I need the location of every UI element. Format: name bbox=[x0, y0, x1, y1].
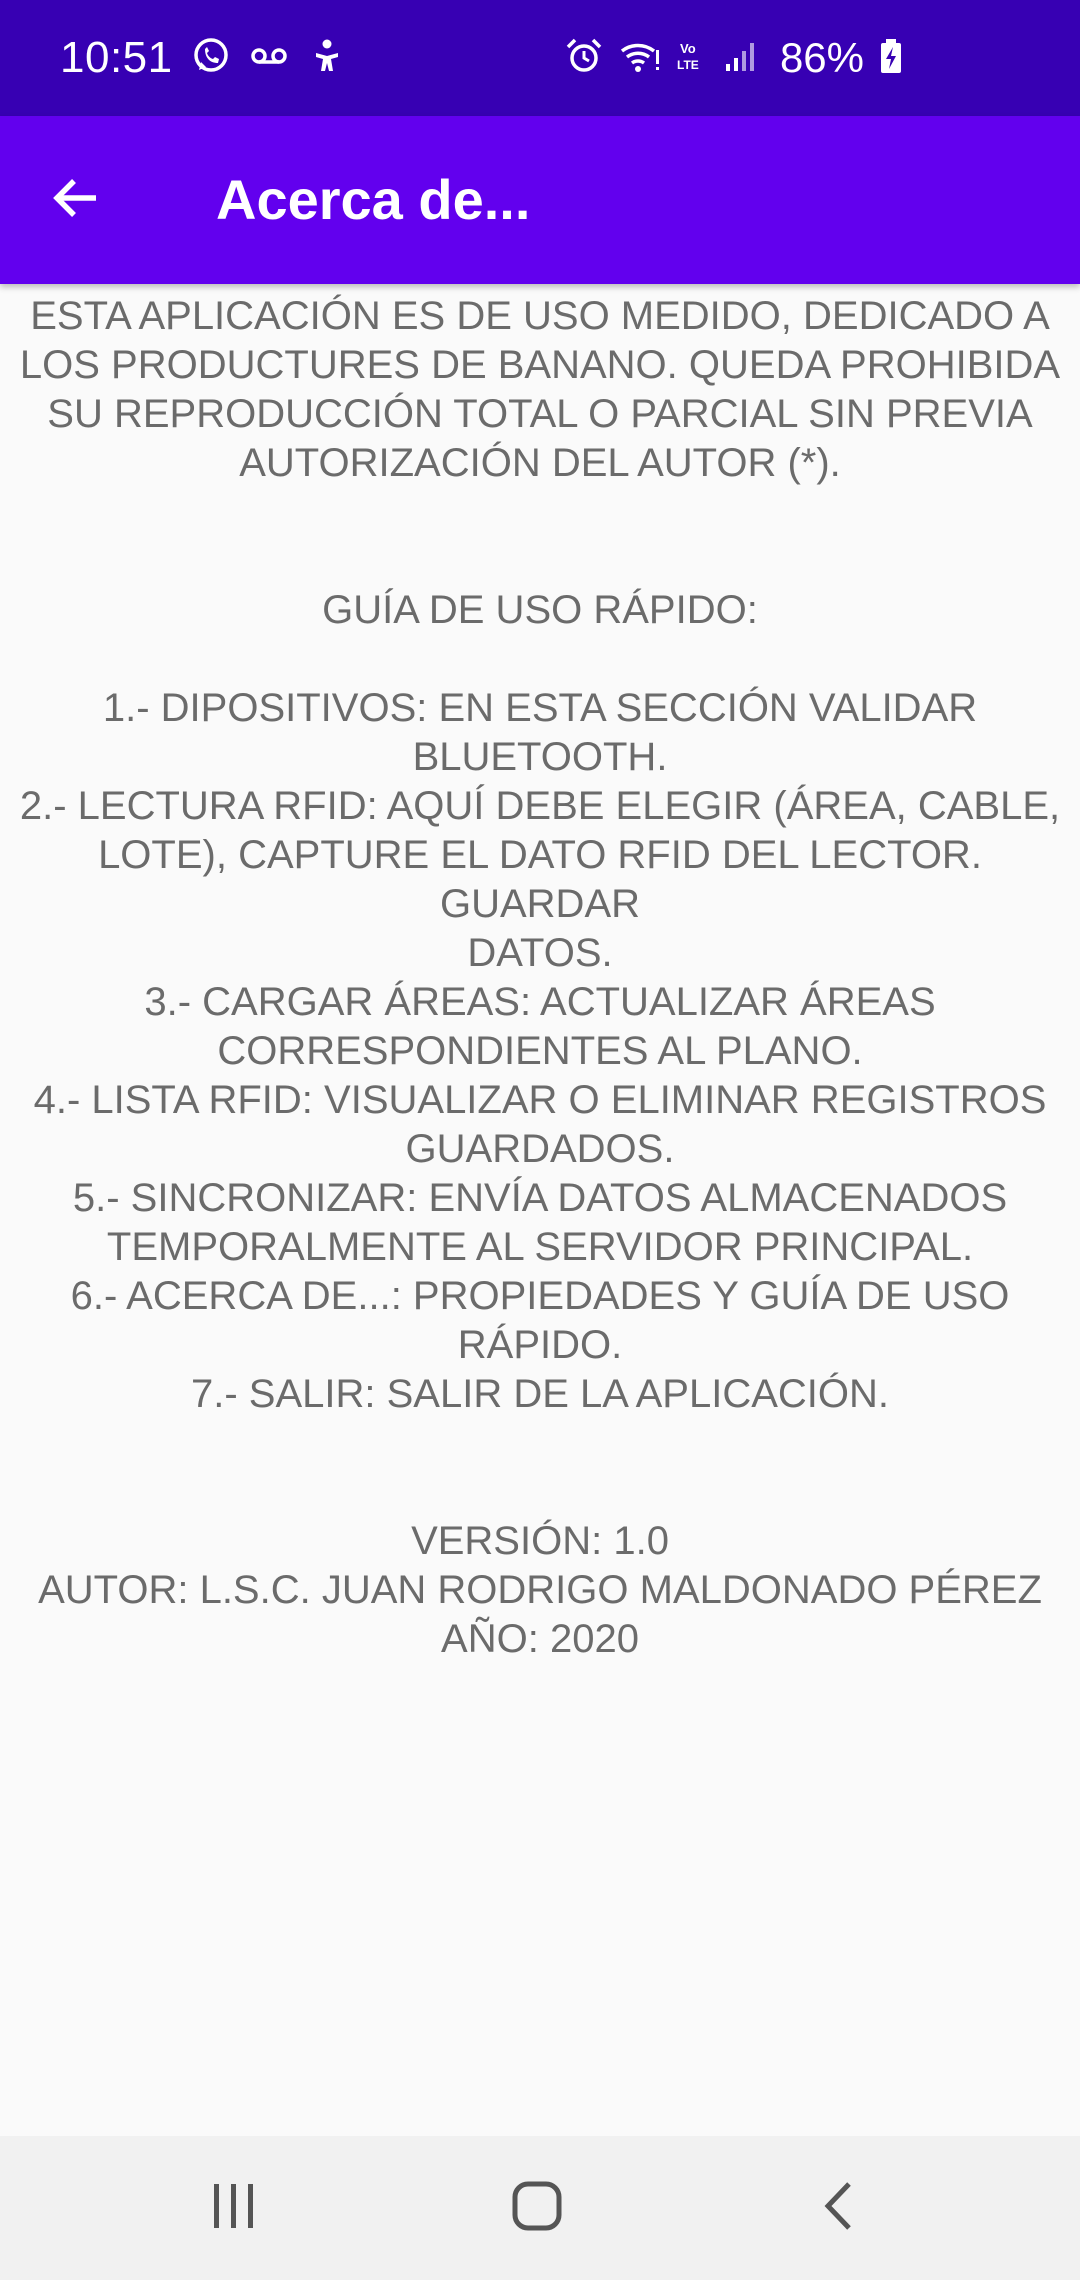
wifi-icon bbox=[618, 36, 662, 81]
recents-button[interactable] bbox=[174, 2162, 294, 2254]
about-content: ESTA APLICACIÓN ES DE USO MEDIDO, DEDICA… bbox=[0, 284, 1080, 2136]
battery-percentage: 86% bbox=[779, 34, 864, 81]
battery-charging-icon bbox=[878, 36, 904, 81]
svg-text:Vo: Vo bbox=[680, 41, 696, 56]
system-nav-bar bbox=[0, 2136, 1080, 2280]
guide-item-6: 6.- ACERCA DE...: PROPIEDADES Y GUÍA DE … bbox=[70, 1274, 1010, 1367]
whatsapp-icon bbox=[191, 36, 231, 81]
status-system-icons: Vo LTE 86% bbox=[564, 0, 904, 116]
back-icon bbox=[819, 2179, 859, 2238]
guide-item-7: 7.- SALIR: SALIR DE LA APLICACIÓN. bbox=[190, 1372, 890, 1416]
alarm-icon bbox=[564, 36, 604, 81]
home-icon bbox=[510, 2179, 564, 2238]
guide-item-3: 3.- CARGAR ÁREAS: ACTUALIZAR ÁREAS CORRE… bbox=[144, 980, 936, 1073]
app-bar: Acerca de... bbox=[0, 116, 1080, 284]
status-bar: 10:51 Vo LTE 86% bbox=[0, 0, 1080, 116]
guide-item-1: 1.- DIPOSITIVOS: EN ESTA SECCIÓN VALIDAR… bbox=[102, 686, 978, 779]
svg-text:LTE: LTE bbox=[677, 58, 699, 72]
volte-icon: Vo LTE bbox=[676, 36, 710, 81]
year-text: AÑO: 2020 bbox=[441, 1617, 639, 1661]
voicemail-icon bbox=[249, 36, 289, 81]
back-button[interactable] bbox=[34, 158, 118, 242]
status-time: 10:51 bbox=[60, 33, 173, 82]
author-text: AUTOR: L.S.C. JUAN RODRIGO MALDONADO PÉR… bbox=[38, 1568, 1042, 1612]
accessibility-icon bbox=[307, 36, 347, 81]
home-button[interactable] bbox=[477, 2162, 597, 2254]
recents-icon bbox=[210, 2180, 258, 2237]
status-notification-icons bbox=[191, 36, 347, 81]
nav-back-button[interactable] bbox=[779, 2162, 899, 2254]
guide-title: GUÍA DE USO RÁPIDO: bbox=[322, 588, 758, 632]
page-title: Acerca de... bbox=[216, 168, 531, 231]
arrow-left-icon bbox=[48, 170, 104, 231]
guide-item-2: 2.- LECTURA RFID: AQUÍ DEBE ELEGIR (ÁREA… bbox=[19, 784, 1061, 975]
disclaimer-text: ESTA APLICACIÓN ES DE USO MEDIDO, DEDICA… bbox=[19, 294, 1061, 485]
guide-item-5: 5.- SINCRONIZAR: ENVÍA DATOS ALMACENADOS… bbox=[72, 1176, 1008, 1269]
guide-item-4: 4.- LISTA RFID: VISUALIZAR O ELIMINAR RE… bbox=[33, 1078, 1047, 1171]
signal-icon bbox=[724, 36, 760, 81]
version-text: VERSIÓN: 1.0 bbox=[411, 1519, 669, 1563]
